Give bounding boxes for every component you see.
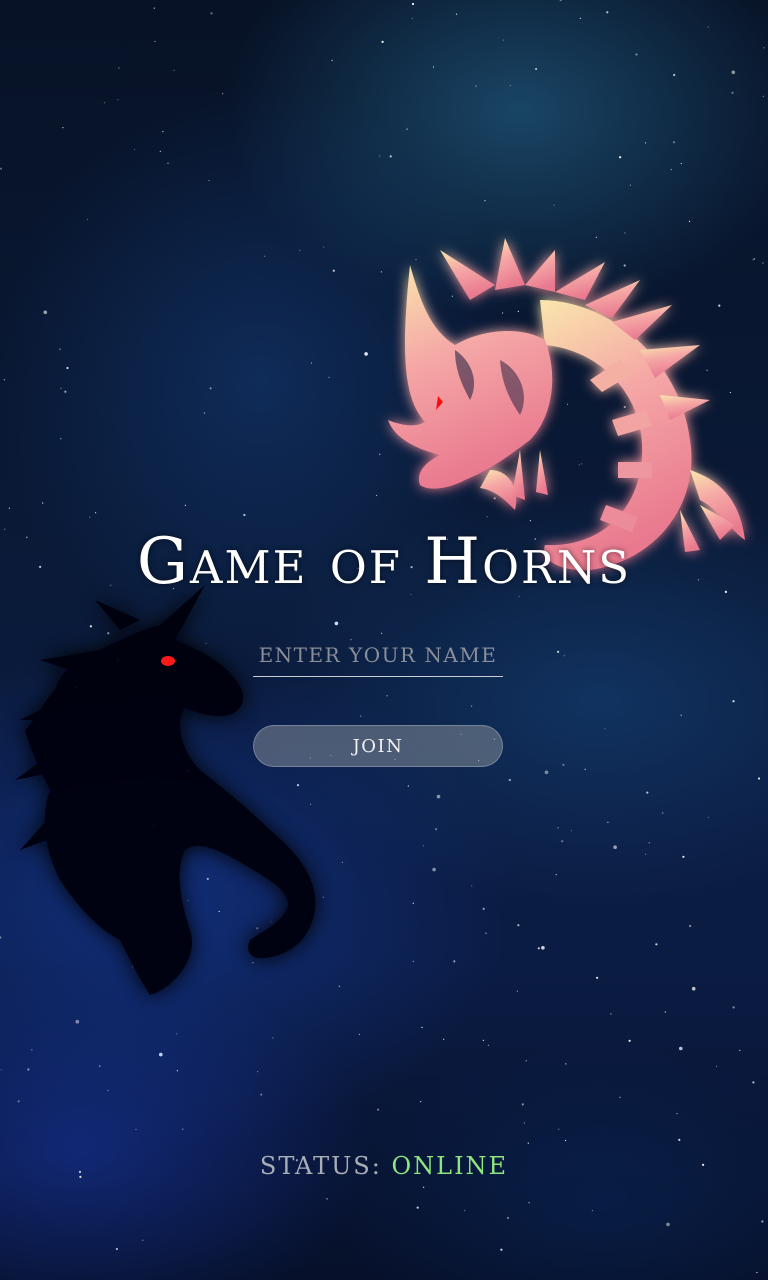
join-button-label: JOIN xyxy=(352,735,404,757)
name-field[interactable] xyxy=(253,636,503,677)
game-title: Game of Horns xyxy=(136,525,632,599)
name-input[interactable] xyxy=(253,636,503,674)
unicorn-eye xyxy=(161,656,175,666)
connection-status: STATUS: ONLINE xyxy=(0,1148,768,1184)
game-screen: Game of Horns JOIN STATUS: ONLINE xyxy=(0,0,768,1280)
status-label: STATUS: xyxy=(259,1152,392,1180)
join-button[interactable]: JOIN xyxy=(253,725,503,767)
status-value: ONLINE xyxy=(391,1152,509,1180)
dragon-emblem xyxy=(388,238,745,571)
